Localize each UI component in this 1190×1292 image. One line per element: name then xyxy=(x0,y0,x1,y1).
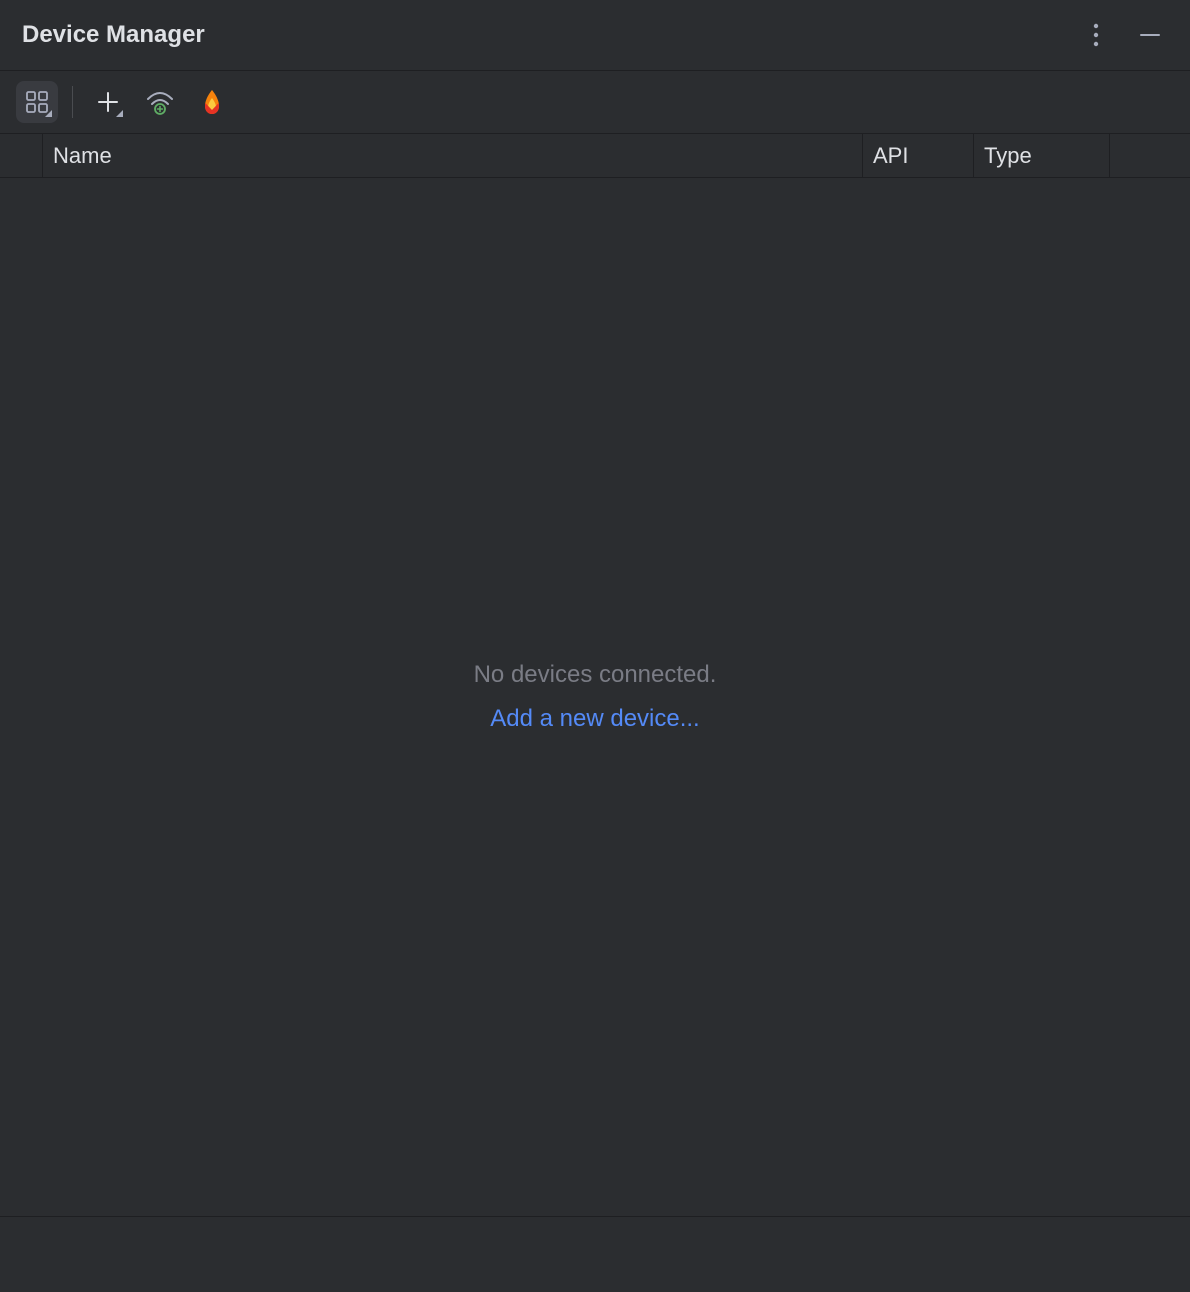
title-bar: Device Manager xyxy=(0,0,1190,71)
add-device-button[interactable] xyxy=(87,81,129,123)
column-header-name[interactable]: Name xyxy=(43,134,863,177)
device-streaming-button[interactable] xyxy=(16,81,58,123)
empty-state: No devices connected. Add a new device..… xyxy=(0,178,1190,1217)
title-bar-actions xyxy=(1078,17,1168,53)
empty-state-message: No devices connected. xyxy=(474,661,717,689)
more-vertical-icon xyxy=(1093,23,1099,47)
minimize-button[interactable] xyxy=(1132,17,1168,53)
add-new-device-link[interactable]: Add a new device... xyxy=(490,705,699,733)
pair-wifi-button[interactable] xyxy=(139,81,181,123)
wifi-add-icon xyxy=(146,89,174,115)
column-header-api[interactable]: API xyxy=(863,134,974,177)
column-header-actions xyxy=(1110,134,1190,177)
firebase-icon xyxy=(201,88,223,116)
device-table-header: Name API Type xyxy=(0,134,1190,178)
toolbar-separator xyxy=(72,86,73,118)
toolbar xyxy=(0,71,1190,134)
panel-title: Device Manager xyxy=(22,21,205,49)
expand-indicator-icon xyxy=(116,110,123,117)
table-header-spacer xyxy=(0,134,43,177)
column-header-type[interactable]: Type xyxy=(974,134,1110,177)
footer-spacer xyxy=(0,1217,1190,1292)
more-options-button[interactable] xyxy=(1078,17,1114,53)
expand-indicator-icon xyxy=(45,110,52,117)
firebase-button[interactable] xyxy=(191,81,233,123)
minimize-icon xyxy=(1139,24,1161,46)
